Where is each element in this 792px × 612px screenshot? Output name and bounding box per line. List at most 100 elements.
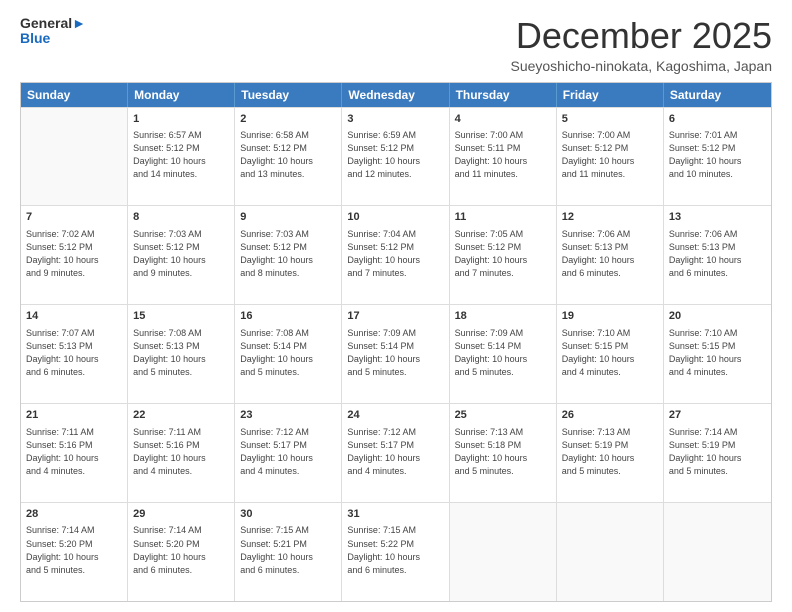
calendar-day-11: 11 Sunrise: 7:05 AM Sunset: 5:12 PM Dayli… [450, 206, 557, 304]
calendar-week-4: 21 Sunrise: 7:11 AM Sunset: 5:16 PM Dayli… [21, 403, 771, 502]
day-info: Sunrise: 7:04 AM Sunset: 5:12 PM Dayligh… [347, 228, 443, 280]
day-number: 18 [455, 309, 551, 324]
weekday-header-thursday: Thursday [450, 83, 557, 107]
day-info: Sunrise: 7:12 AM Sunset: 5:17 PM Dayligh… [347, 426, 443, 478]
day-info: Sunrise: 7:09 AM Sunset: 5:14 PM Dayligh… [347, 327, 443, 379]
weekday-header-saturday: Saturday [664, 83, 771, 107]
day-info: Sunrise: 7:14 AM Sunset: 5:20 PM Dayligh… [26, 524, 122, 576]
calendar-day-18: 18 Sunrise: 7:09 AM Sunset: 5:14 PM Dayli… [450, 305, 557, 403]
calendar-week-5: 28 Sunrise: 7:14 AM Sunset: 5:20 PM Dayli… [21, 502, 771, 601]
day-info: Sunrise: 7:06 AM Sunset: 5:13 PM Dayligh… [562, 228, 658, 280]
day-info: Sunrise: 7:10 AM Sunset: 5:15 PM Dayligh… [669, 327, 766, 379]
day-number: 16 [240, 309, 336, 324]
calendar-day-13: 13 Sunrise: 7:06 AM Sunset: 5:13 PM Dayli… [664, 206, 771, 304]
day-info: Sunrise: 7:11 AM Sunset: 5:16 PM Dayligh… [26, 426, 122, 478]
calendar-day-4: 4 Sunrise: 7:00 AM Sunset: 5:11 PM Daylig… [450, 108, 557, 206]
weekday-header-sunday: Sunday [21, 83, 128, 107]
day-info: Sunrise: 6:57 AM Sunset: 5:12 PM Dayligh… [133, 129, 229, 181]
day-number: 9 [240, 210, 336, 225]
day-info: Sunrise: 7:09 AM Sunset: 5:14 PM Dayligh… [455, 327, 551, 379]
day-info: Sunrise: 7:15 AM Sunset: 5:22 PM Dayligh… [347, 524, 443, 576]
day-info: Sunrise: 7:00 AM Sunset: 5:12 PM Dayligh… [562, 129, 658, 181]
day-info: Sunrise: 7:03 AM Sunset: 5:12 PM Dayligh… [240, 228, 336, 280]
day-number: 8 [133, 210, 229, 225]
calendar-empty-cell [664, 503, 771, 601]
day-number: 10 [347, 210, 443, 225]
logo-blue: Blue [20, 31, 86, 46]
day-number: 19 [562, 309, 658, 324]
calendar-week-1: 1 Sunrise: 6:57 AM Sunset: 5:12 PM Daylig… [21, 107, 771, 206]
calendar-week-3: 14 Sunrise: 7:07 AM Sunset: 5:13 PM Dayli… [21, 304, 771, 403]
day-info: Sunrise: 7:06 AM Sunset: 5:13 PM Dayligh… [669, 228, 766, 280]
calendar-week-2: 7Sunrise: 7:02 AM Sunset: 5:12 PM Daylig… [21, 205, 771, 304]
weekday-header-friday: Friday [557, 83, 664, 107]
day-number: 13 [669, 210, 766, 225]
day-number: 17 [347, 309, 443, 324]
calendar-day-9: 9 Sunrise: 7:03 AM Sunset: 5:12 PM Daylig… [235, 206, 342, 304]
day-number: 7 [26, 210, 122, 225]
day-info: Sunrise: 7:07 AM Sunset: 5:13 PM Dayligh… [26, 327, 122, 379]
calendar-day-2: 2Sunrise: 6:58 AM Sunset: 5:12 PM Daylig… [235, 108, 342, 206]
calendar-day-20: 20 Sunrise: 7:10 AM Sunset: 5:15 PM Dayli… [664, 305, 771, 403]
day-number: 3 [347, 112, 443, 127]
calendar-header: SundayMondayTuesdayWednesdayThursdayFrid… [21, 83, 771, 107]
calendar-empty-cell [450, 503, 557, 601]
calendar-day-5: 5 Sunrise: 7:00 AM Sunset: 5:12 PM Daylig… [557, 108, 664, 206]
day-info: Sunrise: 7:15 AM Sunset: 5:21 PM Dayligh… [240, 524, 336, 576]
day-number: 4 [455, 112, 551, 127]
month-title: December 2025 [510, 16, 772, 56]
calendar-day-16: 16 Sunrise: 7:08 AM Sunset: 5:14 PM Dayli… [235, 305, 342, 403]
day-number: 5 [562, 112, 658, 127]
calendar-day-6: 6 Sunrise: 7:01 AM Sunset: 5:12 PM Daylig… [664, 108, 771, 206]
day-info: Sunrise: 7:14 AM Sunset: 5:20 PM Dayligh… [133, 524, 229, 576]
calendar-day-30: 30 Sunrise: 7:15 AM Sunset: 5:21 PM Dayli… [235, 503, 342, 601]
calendar-day-17: 17 Sunrise: 7:09 AM Sunset: 5:14 PM Dayli… [342, 305, 449, 403]
calendar-day-1: 1 Sunrise: 6:57 AM Sunset: 5:12 PM Daylig… [128, 108, 235, 206]
calendar-day-3: 3 Sunrise: 6:59 AM Sunset: 5:12 PM Daylig… [342, 108, 449, 206]
calendar-day-24: 24 Sunrise: 7:12 AM Sunset: 5:17 PM Dayli… [342, 404, 449, 502]
calendar-day-12: 12 Sunrise: 7:06 AM Sunset: 5:13 PM Dayli… [557, 206, 664, 304]
day-number: 21 [26, 408, 122, 423]
day-info: Sunrise: 6:58 AM Sunset: 5:12 PM Dayligh… [240, 129, 336, 181]
calendar-day-26: 26Sunrise: 7:13 AM Sunset: 5:19 PM Dayli… [557, 404, 664, 502]
day-info: Sunrise: 7:11 AM Sunset: 5:16 PM Dayligh… [133, 426, 229, 478]
calendar-day-19: 19 Sunrise: 7:10 AM Sunset: 5:15 PM Dayli… [557, 305, 664, 403]
day-number: 6 [669, 112, 766, 127]
calendar-empty-cell [21, 108, 128, 206]
calendar-day-14: 14 Sunrise: 7:07 AM Sunset: 5:13 PM Dayli… [21, 305, 128, 403]
calendar-day-8: 8 Sunrise: 7:03 AM Sunset: 5:12 PM Daylig… [128, 206, 235, 304]
calendar-day-31: 31Sunrise: 7:15 AM Sunset: 5:22 PM Dayli… [342, 503, 449, 601]
day-number: 1 [133, 112, 229, 127]
calendar-day-25: 25Sunrise: 7:13 AM Sunset: 5:18 PM Dayli… [450, 404, 557, 502]
calendar-day-10: 10 Sunrise: 7:04 AM Sunset: 5:12 PM Dayli… [342, 206, 449, 304]
day-number: 30 [240, 507, 336, 522]
calendar-day-29: 29Sunrise: 7:14 AM Sunset: 5:20 PM Dayli… [128, 503, 235, 601]
day-info: Sunrise: 7:01 AM Sunset: 5:12 PM Dayligh… [669, 129, 766, 181]
day-info: Sunrise: 7:08 AM Sunset: 5:14 PM Dayligh… [240, 327, 336, 379]
day-number: 25 [455, 408, 551, 423]
day-number: 11 [455, 210, 551, 225]
day-info: Sunrise: 7:10 AM Sunset: 5:15 PM Dayligh… [562, 327, 658, 379]
day-number: 20 [669, 309, 766, 324]
day-info: Sunrise: 7:05 AM Sunset: 5:12 PM Dayligh… [455, 228, 551, 280]
day-number: 12 [562, 210, 658, 225]
calendar-day-28: 28 Sunrise: 7:14 AM Sunset: 5:20 PM Dayli… [21, 503, 128, 601]
day-number: 28 [26, 507, 122, 522]
day-info: Sunrise: 7:03 AM Sunset: 5:12 PM Dayligh… [133, 228, 229, 280]
day-info: Sunrise: 7:00 AM Sunset: 5:11 PM Dayligh… [455, 129, 551, 181]
day-number: 27 [669, 408, 766, 423]
day-number: 26 [562, 408, 658, 423]
title-block: December 2025 Sueyoshicho-ninokata, Kago… [510, 16, 772, 74]
day-info: Sunrise: 7:08 AM Sunset: 5:13 PM Dayligh… [133, 327, 229, 379]
day-number: 14 [26, 309, 122, 324]
calendar-day-15: 15Sunrise: 7:08 AM Sunset: 5:13 PM Dayli… [128, 305, 235, 403]
calendar: SundayMondayTuesdayWednesdayThursdayFrid… [20, 82, 772, 602]
logo-general: General► [20, 16, 86, 31]
day-number: 24 [347, 408, 443, 423]
calendar-day-27: 27Sunrise: 7:14 AM Sunset: 5:19 PM Dayli… [664, 404, 771, 502]
weekday-header-tuesday: Tuesday [235, 83, 342, 107]
day-info: Sunrise: 6:59 AM Sunset: 5:12 PM Dayligh… [347, 129, 443, 181]
weekday-header-wednesday: Wednesday [342, 83, 449, 107]
day-info: Sunrise: 7:12 AM Sunset: 5:17 PM Dayligh… [240, 426, 336, 478]
calendar-body: 1 Sunrise: 6:57 AM Sunset: 5:12 PM Daylig… [21, 107, 771, 601]
